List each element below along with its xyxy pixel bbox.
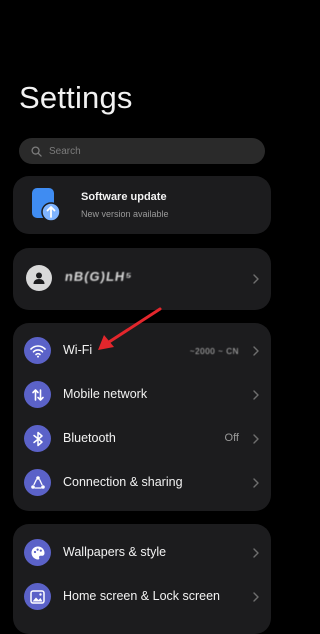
wifi-icon	[24, 337, 51, 364]
chevron-right-icon	[253, 390, 259, 400]
account-card[interactable]: nB(G)LH⁵	[13, 248, 271, 310]
bluetooth-label: Bluetooth	[63, 431, 116, 445]
home-lock-screen-label: Home screen & Lock screen	[63, 589, 221, 603]
software-update-subtitle: New version available	[81, 209, 169, 219]
page-title: Settings	[19, 80, 133, 115]
software-update-icon	[32, 188, 61, 222]
search-icon	[31, 145, 42, 157]
wifi-network-name: ~2000 ~ CN	[189, 347, 239, 356]
search-placeholder: Search	[49, 145, 81, 157]
avatar	[26, 265, 52, 291]
software-update-title: Software update	[81, 191, 167, 203]
settings-row-bluetooth[interactable]: Bluetooth Off	[13, 417, 271, 461]
connections-card: Wi-Fi ~2000 ~ CN Mobile network Bluetoot…	[13, 323, 271, 511]
settings-row-mobile-network[interactable]: Mobile network	[13, 373, 271, 417]
wifi-label: Wi-Fi	[63, 343, 93, 357]
chevron-right-icon	[253, 274, 259, 284]
settings-row-wifi[interactable]: Wi-Fi ~2000 ~ CN	[13, 329, 271, 373]
mobile-network-label: Mobile network	[63, 387, 148, 401]
connection-sharing-icon	[24, 469, 51, 496]
chevron-right-icon	[253, 592, 259, 602]
palette-icon	[24, 539, 51, 566]
search-input[interactable]: Search	[19, 138, 265, 164]
settings-row-home-lock-screen[interactable]: Home screen & Lock screen	[13, 575, 271, 619]
image-icon	[24, 583, 51, 610]
account-name: nB(G)LH⁵	[63, 269, 134, 284]
chevron-right-icon	[253, 548, 259, 558]
settings-row-connection-sharing[interactable]: Connection & sharing	[13, 461, 271, 505]
wallpapers-label: Wallpapers & style	[63, 545, 167, 559]
chevron-right-icon	[253, 434, 259, 444]
chevron-right-icon	[253, 478, 259, 488]
bluetooth-status: Off	[224, 432, 239, 444]
mobile-data-icon	[24, 381, 51, 408]
settings-row-wallpapers[interactable]: Wallpapers & style	[13, 531, 271, 575]
user-icon	[33, 272, 45, 284]
personalization-card: Wallpapers & style Home screen & Lock sc…	[13, 524, 271, 634]
bluetooth-icon	[24, 425, 51, 452]
chevron-right-icon	[253, 346, 259, 356]
connection-sharing-label: Connection & sharing	[63, 475, 183, 489]
software-update-card[interactable]: Software update New version available	[13, 176, 271, 234]
